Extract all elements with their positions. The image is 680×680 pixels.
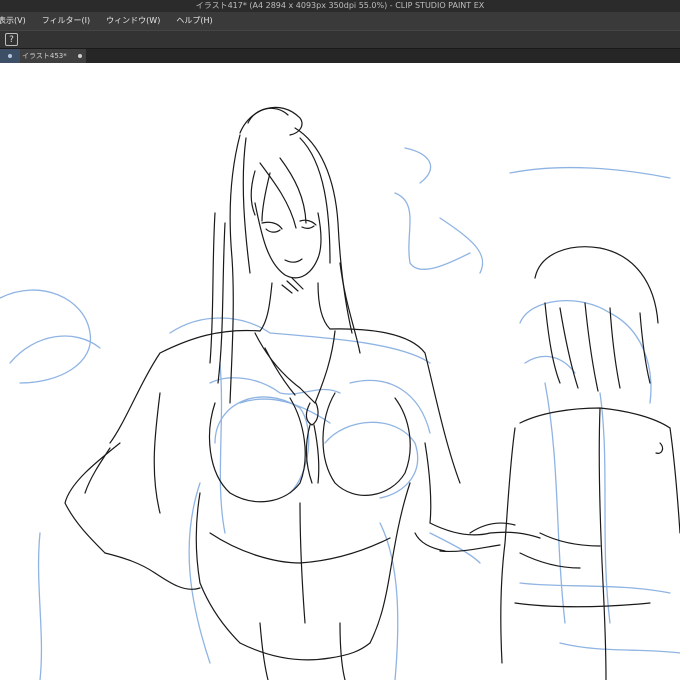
drawing-canvas[interactable] bbox=[0, 63, 680, 680]
menu-filter[interactable]: フィルター(I) bbox=[35, 12, 99, 30]
menu-help[interactable]: ヘルプ(H) bbox=[169, 12, 221, 30]
lineart-layer bbox=[64, 106, 680, 680]
window-title-bar: イラスト417* (A4 2894 x 4093px 350dpi 55.0%)… bbox=[0, 0, 680, 12]
tab-previous[interactable] bbox=[0, 49, 20, 63]
tab-label: イラスト453* bbox=[22, 52, 67, 60]
tab-indicator-icon bbox=[8, 54, 12, 58]
menu-bar: 表示(V) フィルター(I) ウィンドウ(W) ヘルプ(H) bbox=[0, 12, 680, 30]
command-bar: ? bbox=[0, 30, 680, 48]
menu-view[interactable]: 表示(V) bbox=[0, 12, 35, 30]
help-icon: ? bbox=[9, 35, 14, 45]
tab-close-icon[interactable] bbox=[78, 54, 82, 58]
window-title: イラスト417* (A4 2894 x 4093px 350dpi 55.0%)… bbox=[195, 1, 485, 10]
tab-illustration[interactable]: イラスト453* bbox=[20, 49, 86, 63]
menu-window[interactable]: ウィンドウ(W) bbox=[99, 12, 169, 30]
help-button[interactable]: ? bbox=[5, 33, 18, 46]
sketch-artwork bbox=[0, 106, 680, 680]
rough-sketch-layer bbox=[0, 147, 680, 680]
canvas-tab-bar: イラスト453* bbox=[0, 48, 680, 63]
